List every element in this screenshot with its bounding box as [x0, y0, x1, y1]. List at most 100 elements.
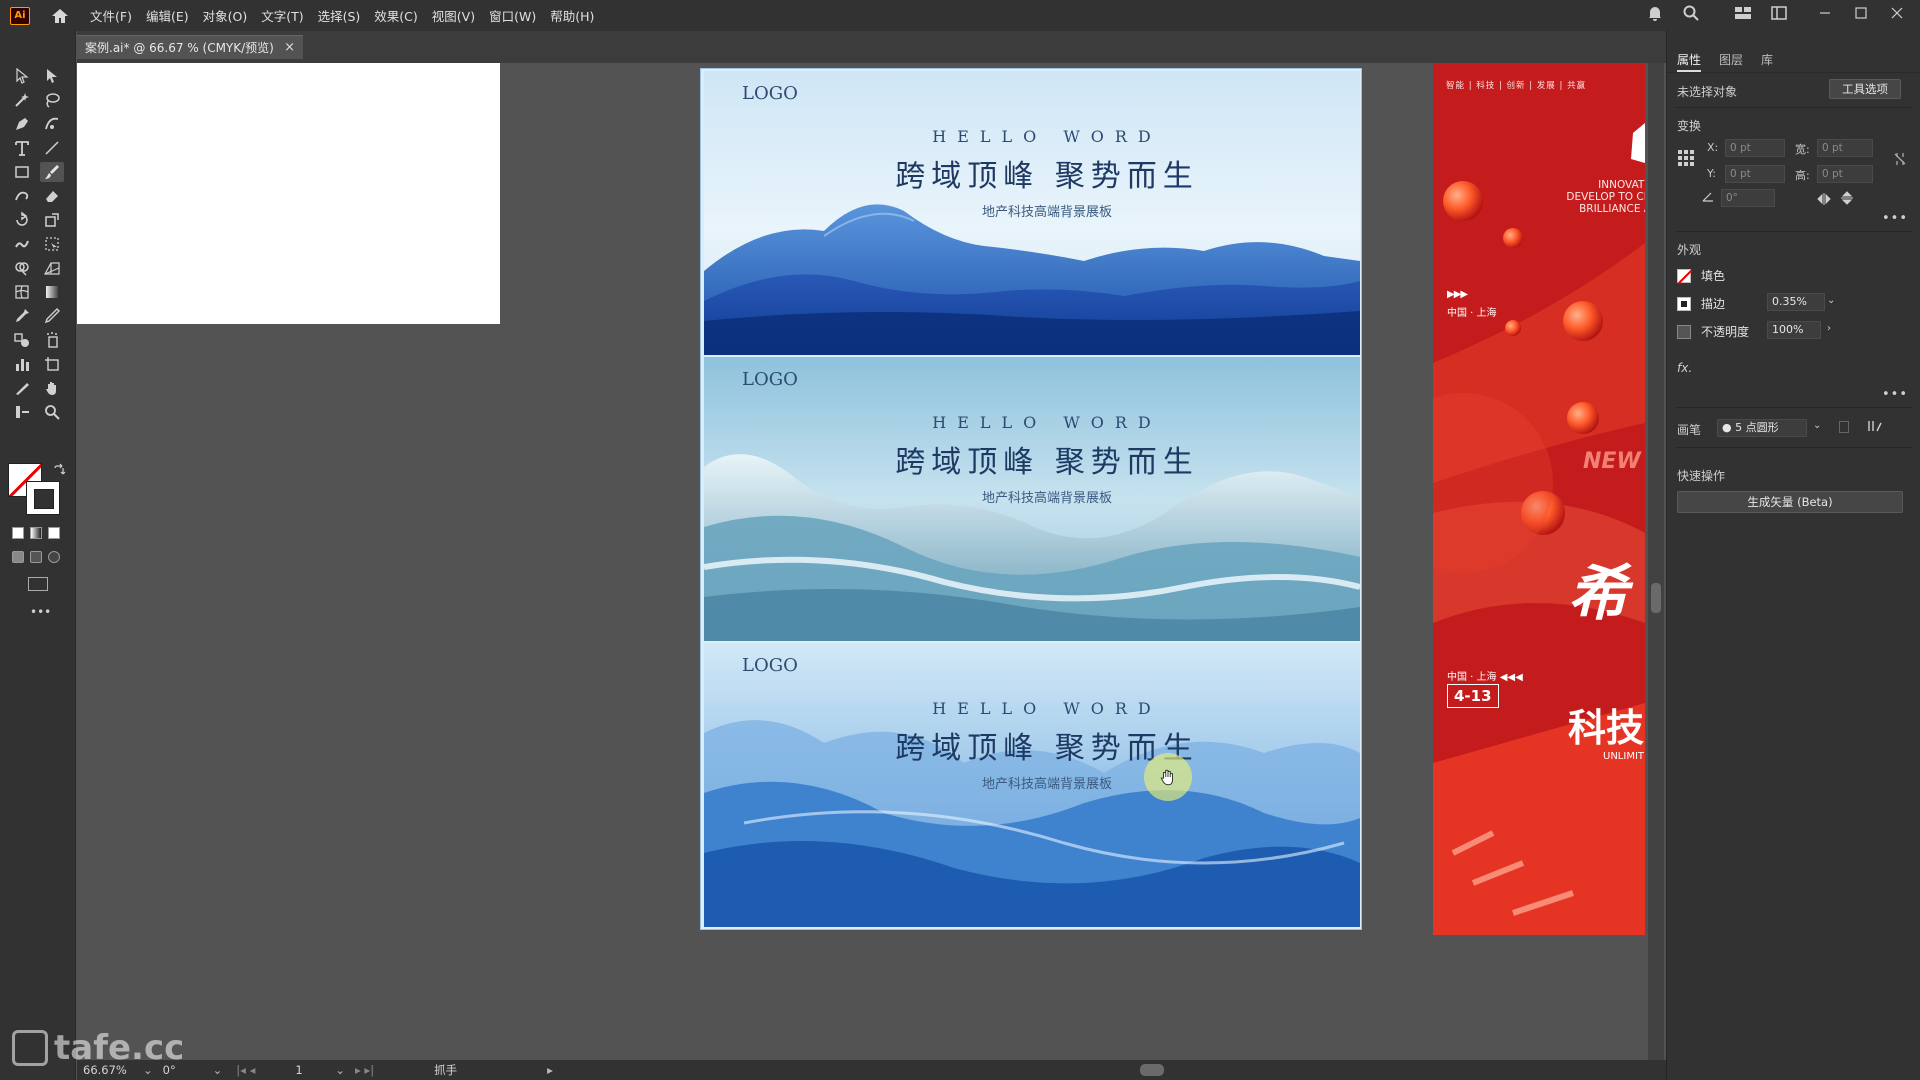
transform-more-icon[interactable]: ••• [1882, 211, 1908, 226]
fill-row[interactable]: 填色 [1677, 267, 1725, 284]
zoom-tool-icon[interactable] [40, 402, 64, 422]
symbol-sprayer-tool-icon[interactable] [40, 330, 64, 350]
vertical-scroll-thumb[interactable] [1651, 583, 1661, 613]
eyedropper-tool-icon[interactable] [10, 306, 34, 326]
menu-item-4[interactable]: 选择(S) [318, 6, 361, 25]
maximize-icon[interactable] [1852, 4, 1870, 22]
brush-select[interactable]: ● 5 点圆形 [1717, 419, 1807, 437]
x-field[interactable]: 0 pt [1725, 139, 1785, 157]
tab-properties[interactable]: 属性 [1677, 51, 1702, 72]
blend-tool-icon[interactable] [10, 330, 34, 350]
none-mode-icon[interactable] [48, 527, 60, 539]
stroke-swatch[interactable] [26, 481, 60, 515]
perspective-grid-tool-icon[interactable] [40, 258, 64, 278]
menu-item-3[interactable]: 文字(T) [261, 6, 303, 25]
arrange-documents-icon[interactable] [1770, 4, 1788, 22]
line-segment-tool-icon[interactable] [40, 138, 64, 158]
slice-tool-icon[interactable] [10, 378, 34, 398]
pen-tool-icon[interactable] [10, 114, 34, 134]
artboard-dropdown-icon[interactable]: ⌄ [335, 1063, 345, 1077]
menu-item-0[interactable]: 文件(F) [90, 6, 132, 25]
home-icon[interactable] [50, 7, 70, 25]
tab-layers[interactable]: 图层 [1719, 51, 1743, 72]
stroke-weight-field[interactable]: 0.35% [1767, 293, 1825, 311]
draw-inside-icon[interactable] [48, 551, 60, 563]
edit-toolbar-icon[interactable]: ••• [30, 605, 51, 619]
rotation-dropdown-icon[interactable]: ⌄ [213, 1063, 223, 1077]
poster-panel-1[interactable]: LOGO HELLO WORD 跨域顶峰 聚势而生 地产科技高端背景展板 [704, 71, 1360, 355]
flip-vertical-icon[interactable] [1841, 191, 1853, 205]
workspace-switcher-icon[interactable] [1734, 4, 1752, 22]
screen-mode-icon[interactable] [28, 577, 48, 591]
angle-field[interactable]: 0° [1721, 189, 1775, 207]
blank-artboard[interactable] [77, 63, 500, 324]
search-icon[interactable] [1682, 4, 1700, 22]
menu-item-6[interactable]: 视图(V) [432, 6, 475, 25]
poster-panel-2[interactable]: LOGO HELLO WORD 跨域顶峰 聚势而生 地产科技高端背景展板 [704, 357, 1360, 641]
poster-artboard[interactable]: LOGO HELLO WORD 跨域顶峰 聚势而生 地产科技高端背景展板 LOG… [700, 68, 1362, 930]
constrain-proportions-icon[interactable] [1893, 151, 1907, 167]
generate-vector-button[interactable]: 生成矢量 (Beta) [1677, 491, 1903, 513]
rotate-tool-icon[interactable] [10, 210, 34, 230]
warp-tool-icon[interactable] [10, 234, 34, 254]
curvature-tool-icon[interactable] [40, 114, 64, 134]
brush-dropdown-icon[interactable]: ⌄ [1813, 420, 1821, 431]
menu-item-2[interactable]: 对象(O) [203, 6, 248, 25]
gradient-mode-icon[interactable] [30, 527, 42, 539]
brush-library-icon[interactable] [1867, 419, 1883, 433]
swap-fill-stroke-icon[interactable] [52, 463, 66, 477]
poster-panel-3[interactable]: LOGO HELLO WORD 跨域顶峰 聚势而生 地产科技高端背景展板 [704, 643, 1360, 927]
menu-item-5[interactable]: 效果(C) [374, 6, 417, 25]
fill-color-swatch[interactable] [1677, 268, 1691, 283]
height-field[interactable]: 0 pt [1817, 165, 1873, 183]
menu-item-1[interactable]: 编辑(E) [146, 6, 189, 25]
mesh-tool-icon[interactable] [10, 282, 34, 302]
width-field[interactable]: 0 pt [1817, 139, 1873, 157]
vertical-scrollbar[interactable] [1648, 63, 1664, 1060]
stroke-color-swatch[interactable] [1677, 296, 1691, 311]
artboard-tool-icon[interactable] [40, 354, 64, 374]
fx-button[interactable]: fx. [1677, 361, 1692, 375]
scale-tool-icon[interactable] [40, 210, 64, 230]
minimize-icon[interactable] [1816, 4, 1834, 22]
paintbrush-tool-icon[interactable] [40, 162, 64, 182]
shape-builder-tool-icon[interactable] [10, 258, 34, 278]
menu-item-8[interactable]: 帮助(H) [550, 6, 594, 25]
y-field[interactable]: 0 pt [1725, 165, 1785, 183]
magic-wand-tool-icon[interactable] [10, 90, 34, 110]
stroke-row[interactable]: 描边 [1677, 295, 1725, 312]
horizontal-scroll-thumb[interactable] [1140, 1064, 1164, 1076]
direct-selection-tool-icon[interactable] [40, 66, 64, 86]
draw-normal-icon[interactable] [12, 551, 24, 563]
brush-options-icon[interactable] [1839, 421, 1849, 433]
rectangle-tool-icon[interactable] [10, 162, 34, 182]
red-poster-artboard[interactable]: 智能 | 科技 | 创新 | 发展 | 共赢 INNOVATE DEVELOP … [1433, 63, 1645, 935]
appearance-more-icon[interactable]: ••• [1882, 387, 1908, 402]
close-window-icon[interactable] [1888, 4, 1906, 22]
hand-tool-icon[interactable] [40, 378, 64, 398]
reference-point-icon[interactable] [1677, 149, 1695, 167]
close-tab-icon[interactable]: × [284, 40, 295, 55]
first-artboard-icon[interactable]: |◂ ◂ [236, 1063, 255, 1077]
status-menu-arrow-icon[interactable]: ▸ [547, 1063, 553, 1077]
artboard-number[interactable]: 1 [295, 1063, 335, 1077]
tab-libraries[interactable]: 库 [1761, 51, 1773, 72]
tool-options-button[interactable]: 工具选项 [1829, 79, 1901, 99]
lasso-tool-icon[interactable] [40, 90, 64, 110]
opacity-arrow-icon[interactable]: › [1827, 323, 1831, 334]
draw-behind-icon[interactable] [30, 551, 42, 563]
free-transform-tool-icon[interactable] [40, 234, 64, 254]
eraser-tool-icon[interactable] [40, 186, 64, 206]
print-tiling-tool-icon[interactable] [10, 402, 34, 422]
measure-tool-icon[interactable] [40, 306, 64, 326]
fill-stroke-swatches[interactable] [8, 463, 68, 518]
menu-item-7[interactable]: 窗口(W) [489, 6, 536, 25]
notification-bell-icon[interactable] [1646, 4, 1664, 22]
color-mode-icon[interactable] [12, 527, 24, 539]
gradient-tool-icon[interactable] [40, 282, 64, 302]
type-tool-icon[interactable] [10, 138, 34, 158]
shaper-tool-icon[interactable] [10, 186, 34, 206]
column-graph-tool-icon[interactable] [10, 354, 34, 374]
flip-horizontal-icon[interactable] [1817, 193, 1831, 205]
last-artboard-icon[interactable]: ▸ ▸| [355, 1063, 374, 1077]
